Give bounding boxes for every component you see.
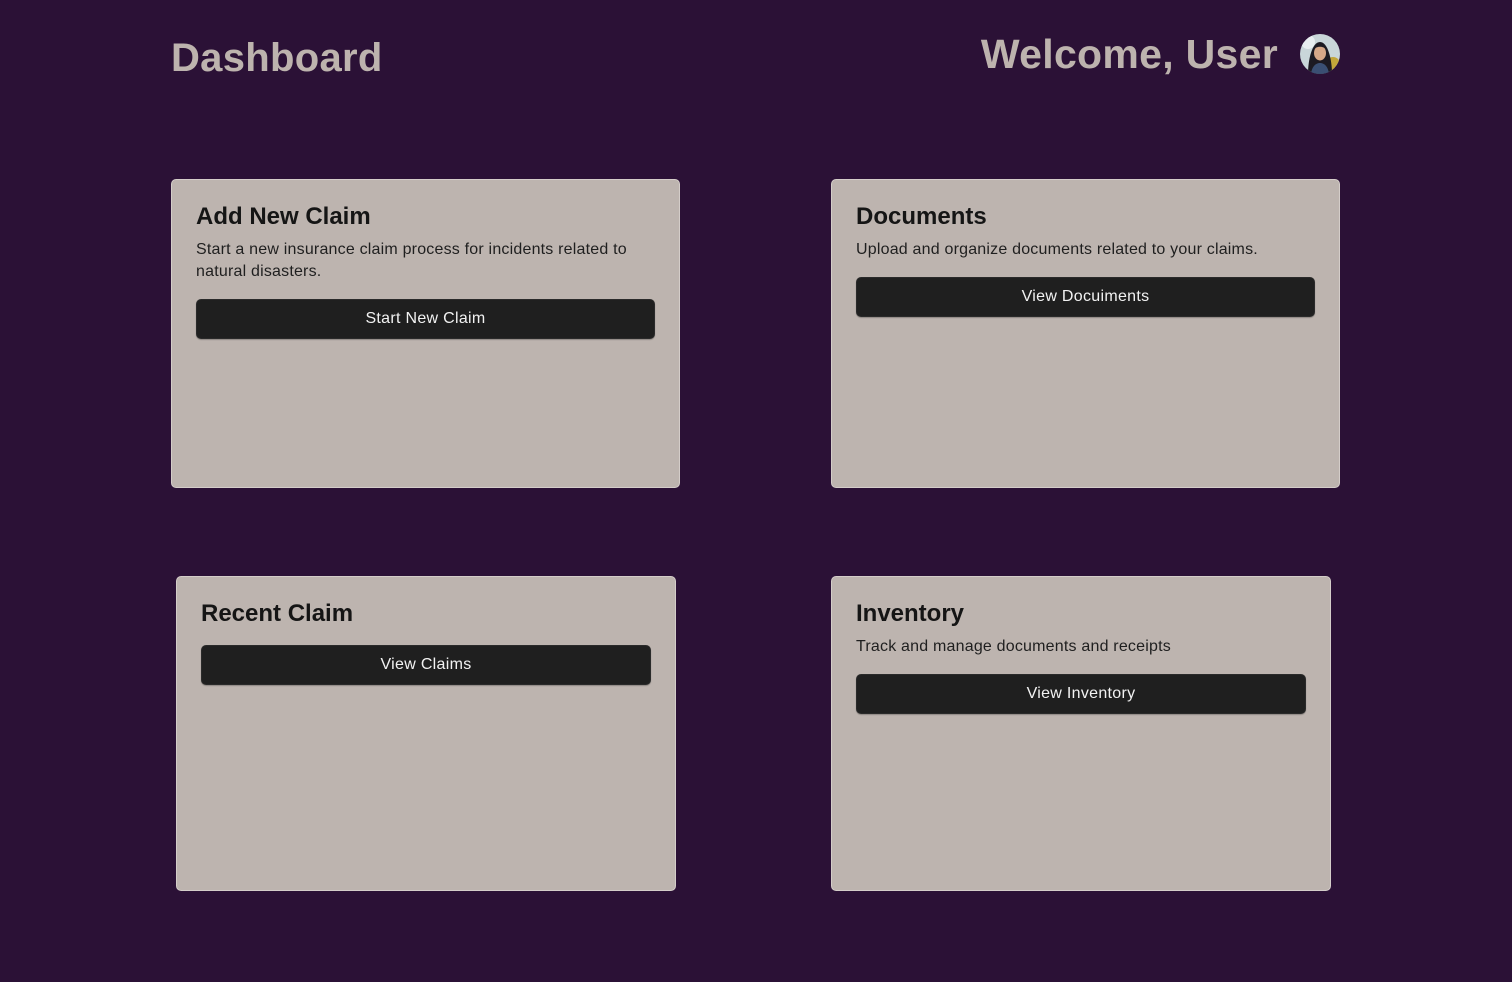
- recent-claim-card: Recent Claim View Claims: [176, 576, 676, 891]
- card-description: Track and manage documents and receipts: [856, 638, 1171, 655]
- card-title: Recent Claim: [201, 600, 354, 627]
- card-title: Inventory: [856, 600, 965, 627]
- add-new-claim-card: Add New Claim Start a new insurance clai…: [171, 179, 680, 488]
- start-new-claim-button[interactable]: Start New Claim: [196, 299, 655, 339]
- view-inventory-button[interactable]: View Inventory: [856, 674, 1306, 714]
- card-title: Documents: [856, 203, 987, 230]
- view-claims-button[interactable]: View Claims: [201, 645, 651, 685]
- card-description: Upload and organize documents related to…: [856, 241, 1258, 258]
- documents-card: Documents Upload and organize documents …: [831, 179, 1340, 488]
- user-avatar-icon[interactable]: [1300, 34, 1340, 74]
- page-title: Dashboard: [171, 36, 383, 80]
- card-description: Start a new insurance claim process for …: [196, 241, 627, 280]
- inventory-card: Inventory Track and manage documents and…: [831, 576, 1331, 891]
- view-documents-button[interactable]: View Docuiments: [856, 277, 1315, 317]
- card-title: Add New Claim: [196, 203, 371, 230]
- welcome-message: Welcome, User: [980, 31, 1278, 77]
- dashboard-page: Dashboard Welcome, User Add New Claim St…: [0, 0, 1512, 982]
